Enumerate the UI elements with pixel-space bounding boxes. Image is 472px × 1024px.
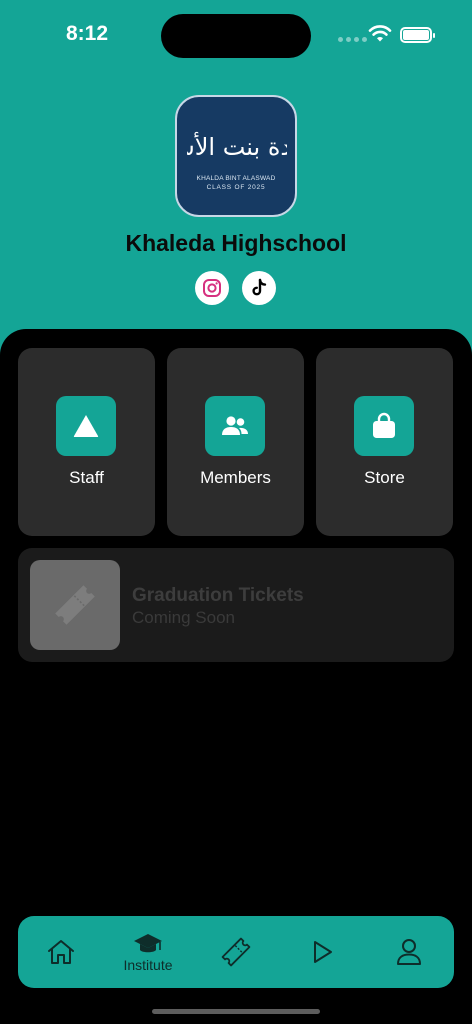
tab-videos[interactable] bbox=[292, 916, 352, 988]
instagram-icon bbox=[203, 279, 221, 297]
wifi-icon bbox=[368, 25, 392, 42]
tickets-subtitle: Coming Soon bbox=[132, 608, 236, 627]
play-icon bbox=[314, 941, 332, 963]
members-icon-badge bbox=[205, 396, 265, 456]
dynamic-island bbox=[161, 14, 311, 58]
members-tile[interactable]: Members bbox=[167, 348, 304, 536]
tab-tickets[interactable] bbox=[206, 916, 266, 988]
tab-institute-label: Institute bbox=[123, 956, 173, 973]
tiktok-button[interactable] bbox=[242, 271, 276, 305]
profile-icon bbox=[397, 939, 421, 965]
page-title: Khaleda Highschool bbox=[125, 230, 347, 256]
triangle-icon bbox=[73, 415, 99, 437]
store-icon-badge bbox=[354, 396, 414, 456]
staff-icon-badge bbox=[56, 396, 116, 456]
tickets-title: Graduation Tickets bbox=[132, 585, 304, 606]
status-time: 8:12 bbox=[66, 22, 109, 45]
store-tile-label: Store bbox=[364, 468, 405, 487]
people-icon bbox=[222, 416, 248, 435]
tickets-thumbnail bbox=[30, 560, 120, 650]
tab-profile[interactable] bbox=[379, 916, 439, 988]
battery-icon bbox=[400, 27, 435, 43]
svg-text:خالدة بنت الأسود: خالدة بنت الأسود bbox=[187, 132, 287, 161]
tab-home[interactable] bbox=[31, 916, 91, 988]
logo-caption: KHALDA BINT ALASWAD bbox=[196, 175, 276, 182]
arabic-calligraphy-logo: خالدة بنت الأسود bbox=[187, 132, 287, 161]
home-icon bbox=[48, 940, 74, 964]
graduation-cap-icon bbox=[134, 933, 162, 952]
store-tile[interactable]: Store bbox=[316, 348, 453, 536]
staff-tile-label: Staff bbox=[69, 468, 104, 487]
school-logo: خالدة بنت الأسود KHALDA BINT ALASWAD CLA… bbox=[175, 95, 297, 217]
home-indicator bbox=[152, 1009, 320, 1014]
tiktok-icon bbox=[252, 278, 267, 296]
members-tile-label: Members bbox=[200, 468, 271, 487]
tab-institute[interactable]: Institute bbox=[118, 916, 178, 988]
logo-class-year: CLASS OF 2025 bbox=[206, 184, 266, 191]
ticket-icon bbox=[221, 937, 251, 967]
shopping-bag-icon bbox=[373, 412, 395, 438]
ticket-icon bbox=[55, 585, 95, 625]
instagram-button[interactable] bbox=[195, 271, 229, 305]
staff-tile[interactable]: Staff bbox=[18, 348, 155, 536]
cellular-signal-icon bbox=[338, 37, 367, 42]
graduation-tickets-card[interactable]: Graduation Tickets Coming Soon bbox=[18, 548, 454, 662]
tab-bar: Institute bbox=[18, 916, 454, 988]
